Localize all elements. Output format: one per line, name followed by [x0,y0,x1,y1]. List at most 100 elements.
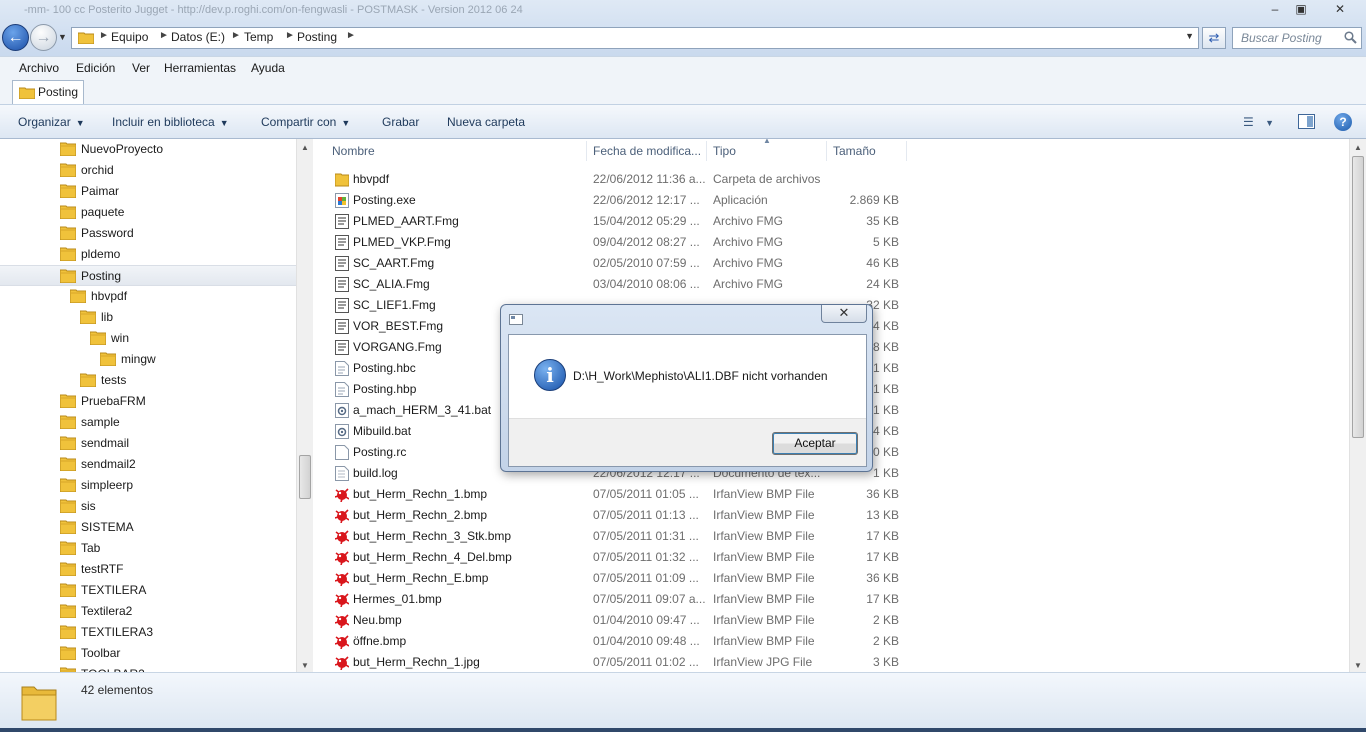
file-type: Carpeta de archivos [713,172,821,186]
column-header-type[interactable]: Tipo [713,144,736,158]
nav-item-nuevoproyecto[interactable]: NuevoProyecto [0,139,296,160]
file-row[interactable]: but_Herm_Rechn_2.bmp 07/05/2011 01:13 ...… [331,505,911,526]
nav-item-sendmail2[interactable]: sendmail2 [0,454,296,475]
file-row[interactable]: but_Herm_Rechn_1.jpg 07/05/2011 01:02 ...… [331,652,911,672]
burn-button[interactable]: Grabar [382,115,419,129]
breadcrumb-drive[interactable]: Datos (E:) [171,30,225,44]
nav-item-orchid[interactable]: orchid [0,160,296,181]
ok-button[interactable]: Aceptar [772,432,858,455]
nav-item-pldemo[interactable]: pldemo [0,244,296,265]
menu-ver[interactable]: Ver [132,61,150,75]
scroll-up-icon[interactable]: ▲ [301,143,309,152]
file-row[interactable]: but_Herm_Rechn_4_Del.bmp 07/05/2011 01:32… [331,547,911,568]
breadcrumb-temp[interactable]: Temp [244,30,273,44]
menu-ayuda[interactable]: Ayuda [251,61,285,75]
nav-item-sistema[interactable]: SISTEMA [0,517,296,538]
navigation-scrollbar[interactable]: ▲ ▼ [296,139,313,672]
column-divider[interactable] [826,141,827,161]
file-name: VORGANG.Fmg [353,340,442,354]
nav-item-paimar[interactable]: Paimar [0,181,296,202]
address-bar[interactable]: ► Equipo ► Datos (E:) ► Temp ► Posting ►… [71,27,1199,49]
file-row[interactable]: öffne.bmp 01/04/2010 09:48 ... IrfanView B… [331,631,911,652]
dialog-message: D:\H_Work\Mephisto\ALI1.DBF nicht vorhan… [573,369,828,383]
back-button[interactable]: ← [2,24,29,51]
scroll-down-icon[interactable]: ▼ [301,661,309,670]
file-row[interactable]: Neu.bmp 01/04/2010 09:47 ... IrfanView BMP… [331,610,911,631]
scroll-up-icon[interactable]: ▲ [1354,143,1362,152]
breadcrumb-separator[interactable]: ► [159,30,169,41]
preview-pane-icon[interactable] [1298,114,1315,129]
column-header-date[interactable]: Fecha de modifica... [593,144,701,158]
refresh-button[interactable]: ⇄ [1202,27,1226,49]
breadcrumb-separator[interactable]: ► [231,30,241,41]
tab-posting[interactable]: Posting [12,80,84,104]
nav-item-pruebafrm[interactable]: PruebaFRM [0,391,296,412]
nav-item-tab[interactable]: Tab [0,538,296,559]
view-options-button[interactable]: ☰ ▼ [1243,115,1274,129]
recent-pages-dropdown[interactable]: ▼ [58,32,67,42]
nav-item-simpleerp[interactable]: simpleerp [0,475,296,496]
column-divider[interactable] [586,141,587,161]
nav-item-testrtf[interactable]: testRTF [0,559,296,580]
breadcrumb-posting[interactable]: Posting [297,30,337,44]
nav-item-password[interactable]: Password [0,223,296,244]
file-row[interactable]: hbvpdf 22/06/2012 11:36 a... Carpeta de ar… [331,169,911,190]
nav-item-win[interactable]: win [0,328,296,349]
file-date: 07/05/2011 01:31 ... [593,529,699,543]
scroll-down-icon[interactable]: ▼ [1354,661,1362,670]
new-folder-button[interactable]: Nueva carpeta [447,115,525,129]
breadcrumb-separator[interactable]: ► [285,30,295,41]
column-divider[interactable] [706,141,707,161]
menu-edicion[interactable]: Edición [76,61,115,75]
address-dropdown[interactable]: ▼ [1185,31,1194,41]
file-row[interactable]: PLMED_AART.Fmg 15/04/2012 05:29 ... Archiv… [331,211,911,232]
nav-item-sample[interactable]: sample [0,412,296,433]
file-row[interactable]: but_Herm_Rechn_1.bmp 07/05/2011 01:05 ...… [331,484,911,505]
column-header-name[interactable]: Nombre [332,144,375,158]
scrollbar-thumb[interactable] [1352,156,1364,438]
nav-item-hbvpdf[interactable]: hbvpdf [0,286,296,307]
maximize-button[interactable]: ▣ [1288,0,1314,18]
breadcrumb-equipo[interactable]: Equipo [111,30,148,44]
menu-herramientas[interactable]: Herramientas [164,61,236,75]
column-divider[interactable] [906,141,907,161]
folder-icon [100,352,116,366]
nav-item-textilera2[interactable]: Textilera2 [0,601,296,622]
include-library-button[interactable]: Incluir en biblioteca ▼ [112,115,229,129]
nav-item-sendmail[interactable]: sendmail [0,433,296,454]
nav-item-paquete[interactable]: paquete [0,202,296,223]
close-button[interactable]: ✕ [1326,0,1354,18]
minimize-button[interactable]: ‒ [1262,0,1288,18]
help-icon[interactable]: ? [1334,113,1352,131]
nav-item-label: Tab [81,541,101,555]
file-row[interactable]: SC_ALIA.Fmg 03/04/2010 08:06 ... Archivo F… [331,274,911,295]
file-row[interactable]: but_Herm_Rechn_3_Stk.bmp 07/05/2011 01:31… [331,526,911,547]
dialog-close-button[interactable]: ✕ [821,305,867,323]
share-button[interactable]: Compartir con ▼ [261,115,350,129]
menu-archivo[interactable]: Archivo [19,61,59,75]
file-row[interactable]: Hermes_01.bmp 07/05/2011 09:07 a... IrfanV… [331,589,911,610]
nav-item-posting[interactable]: Posting [0,265,296,286]
file-row[interactable]: Posting.exe 22/06/2012 12:17 ... Aplicació… [331,190,911,211]
nav-item-tests[interactable]: tests [0,370,296,391]
file-name: but_Herm_Rechn_4_Del.bmp [353,550,512,564]
nav-item-toolbar[interactable]: Toolbar [0,643,296,664]
nav-item-mingw[interactable]: mingw [0,349,296,370]
column-header-size[interactable]: Tamaño [833,144,876,158]
nav-item-textilera3[interactable]: TEXTILERA3 [0,622,296,643]
nav-item-toolbar2[interactable]: TOOLBAR2 [0,664,296,672]
file-row[interactable]: PLMED_VKP.Fmg 09/04/2012 08:27 ... Archivo… [331,232,911,253]
nav-item-textilera[interactable]: TEXTILERA [0,580,296,601]
scrollbar-thumb[interactable] [299,455,311,499]
breadcrumb-separator[interactable]: ► [346,30,356,41]
search-input[interactable]: Buscar Posting [1232,27,1362,49]
file-date: 01/04/2010 09:48 ... [593,634,700,648]
nav-item-sis[interactable]: sis [0,496,296,517]
nav-item-lib[interactable]: lib [0,307,296,328]
organize-button[interactable]: Organizar ▼ [18,115,85,129]
forward-button[interactable]: → [30,24,57,51]
file-row[interactable]: but_Herm_Rechn_E.bmp 07/05/2011 01:09 ...… [331,568,911,589]
file-row[interactable]: SC_AART.Fmg 02/05/2010 07:59 ... Archivo F… [331,253,911,274]
file-list-scrollbar[interactable]: ▲ ▼ [1349,139,1366,672]
breadcrumb-separator[interactable]: ► [99,30,109,41]
